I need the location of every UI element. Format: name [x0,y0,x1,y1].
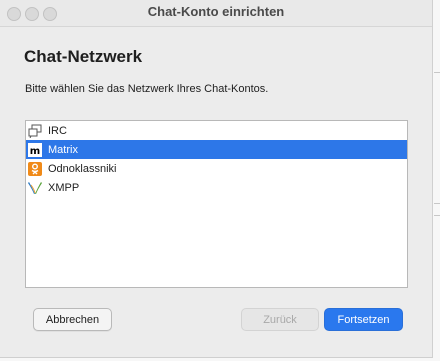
background-window-edge [434,215,440,216]
page-heading: Chat-Netzwerk [24,47,143,66]
back-button[interactable]: Zurück [241,308,319,331]
network-label: XMPP [48,181,80,194]
window-title: Chat-Konto einrichten [147,4,285,19]
network-item-matrix[interactable]: m Matrix [26,140,407,159]
network-label: Odnoklassniki [48,162,117,175]
network-item-irc[interactable]: IRC [26,121,407,140]
background-window-edge [434,203,440,204]
title-bar: Chat-Konto einrichten [0,0,432,27]
svg-text:m: m [30,146,40,157]
matrix-icon: m [28,142,42,157]
network-item-xmpp[interactable]: XMPP [26,178,407,197]
continue-button[interactable]: Fortsetzen [324,308,403,331]
network-label: IRC [48,124,67,137]
dialog-window: Chat-Konto einrichten Chat-Netzwerk Bitt… [0,0,433,358]
page-subtitle: Bitte wählen Sie das Netzwerk Ihres Chat… [25,83,269,95]
xmpp-icon [28,181,42,195]
network-list[interactable]: IRC m Matrix Odnoklassniki XMPP [25,120,408,288]
irc-icon [28,124,42,138]
network-label: Matrix [48,143,78,156]
background-window-edge [434,72,440,73]
odnoklassniki-icon [28,161,42,176]
cancel-button[interactable]: Abbrechen [33,308,112,331]
network-item-odnoklassniki[interactable]: Odnoklassniki [26,159,407,178]
